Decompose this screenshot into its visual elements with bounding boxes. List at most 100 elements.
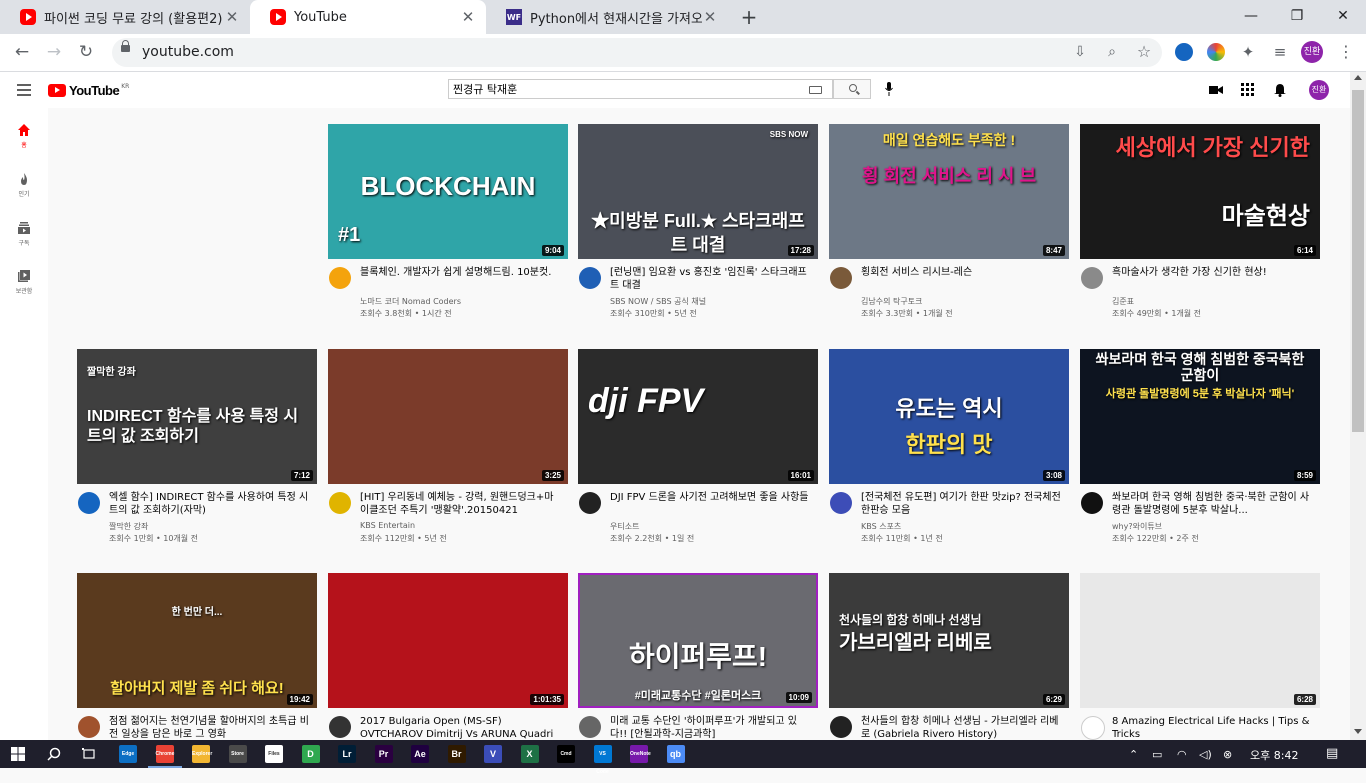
- taskbar-app-ae[interactable]: Ae: [411, 745, 429, 763]
- sidebar-item-trending[interactable]: 인기: [0, 172, 48, 198]
- channel-avatar[interactable]: [579, 267, 601, 289]
- video-thumbnail[interactable]: dji FPV 16:01: [578, 349, 818, 484]
- wifi-icon[interactable]: ◠: [1177, 748, 1187, 761]
- video-title[interactable]: 엑셀 함수] INDIRECT 함수를 사용하여 특정 시트의 값 조회하기(자…: [109, 491, 309, 517]
- channel-avatar[interactable]: [579, 492, 601, 514]
- channel-name[interactable]: 노마드 코더 Nomad Coders: [360, 296, 560, 307]
- forward-icon[interactable]: →: [42, 40, 66, 64]
- video-thumbnail[interactable]: 6:28: [1080, 573, 1320, 708]
- video-title[interactable]: 쏴보라며 한국 영해 침범한 중국·북한 군함이 사령관 돌발명령에 5분후 박…: [1112, 491, 1312, 517]
- close-tab-icon[interactable]: ✕: [224, 8, 240, 26]
- taskbar-app-store[interactable]: Store: [228, 745, 247, 763]
- video-title[interactable]: 횡회전 서비스 리시브-레슨: [861, 266, 1061, 279]
- video-thumbnail[interactable]: 할아버지 제발 좀 쉬다 해요! 한 번만 더... 19:42: [77, 573, 317, 708]
- video-title[interactable]: DJI FPV 드론을 사기전 고려해보면 좋을 사항들: [610, 491, 810, 504]
- bookmark-star-icon[interactable]: ☆: [1132, 40, 1156, 64]
- tab-youtube[interactable]: YouTube ✕: [250, 0, 486, 34]
- channel-name[interactable]: KBS 스포츠: [861, 521, 1061, 532]
- new-tab-button[interactable]: +: [737, 5, 761, 29]
- back-icon[interactable]: ←: [10, 40, 34, 64]
- scroll-up-icon[interactable]: [1354, 75, 1362, 80]
- windows-start-icon[interactable]: [11, 747, 25, 761]
- mic-icon[interactable]: [885, 82, 893, 96]
- video-title[interactable]: 블록체인. 개발자가 쉽게 설명해드림. 10분컷.: [360, 266, 560, 279]
- taskbar-app-v[interactable]: V: [484, 745, 502, 763]
- video-card[interactable]: 유도는 역시 한판의 맛 3:08 [전국체전 유도편] 여기가 한판 맛zip? 전…: [829, 349, 1069, 559]
- menu-kebab-icon[interactable]: ⋮: [1334, 40, 1358, 64]
- mute-status-icon[interactable]: ⊗: [1223, 748, 1232, 761]
- notifications-bell-icon[interactable]: [1273, 83, 1287, 97]
- video-thumbnail[interactable]: 세상에서 가장 신기한 마술현상 6:14: [1080, 124, 1320, 259]
- close-tab-icon[interactable]: ✕: [460, 8, 476, 26]
- task-view-icon[interactable]: [82, 747, 96, 761]
- video-title[interactable]: 흑마술사가 생각한 가장 신기한 현상!: [1112, 266, 1312, 279]
- tab-python-time[interactable]: WF Python에서 현재시간을 가져오기 ✕: [486, 0, 728, 34]
- video-card[interactable]: 매일 연습해도 부족한 ! 횡 회전 서비스 리 시 브 8:47 횡회전 서비스 리…: [829, 124, 1069, 334]
- apps-grid-icon[interactable]: [1241, 83, 1255, 97]
- taskbar-app-lr[interactable]: Lr: [338, 745, 356, 763]
- channel-avatar[interactable]: [78, 716, 100, 738]
- channel-avatar[interactable]: [1081, 267, 1103, 289]
- channel-name[interactable]: why?와이튜브: [1112, 521, 1312, 532]
- hamburger-menu-icon[interactable]: [17, 84, 31, 96]
- extension-edge-icon[interactable]: [1175, 43, 1193, 61]
- channel-avatar[interactable]: [830, 492, 852, 514]
- channel-avatar[interactable]: [830, 716, 852, 738]
- channel-name[interactable]: SBS NOW / SBS 공식 채널: [610, 296, 810, 307]
- video-card[interactable]: 쏴보라며 한국 영해 침범한 중국북한 군함이 사령관 돌발명령에 5분 후 박살…: [1080, 349, 1320, 559]
- video-card[interactable]: 3:25 [HIT] 우리동네 예체능 - 강력, 원핸드덩크+마이클조던 주특기…: [328, 349, 568, 559]
- reload-icon[interactable]: ↻: [74, 40, 98, 64]
- video-card[interactable]: ★미방분 Full.★ 스타크래프트 대결 SBS NOW 17:28 [런닝맨] 임…: [578, 124, 818, 334]
- video-title[interactable]: 미래 교통 수단인 '하이퍼루프'가 개발되고 있다!! [안될과학-지금과학]: [610, 715, 810, 741]
- scroll-down-icon[interactable]: [1354, 729, 1362, 734]
- keyboard-icon[interactable]: [809, 86, 822, 94]
- channel-name[interactable]: 짤막한 강좌: [109, 521, 309, 532]
- channel-name[interactable]: 김준표: [1112, 296, 1312, 307]
- channel-name[interactable]: 우티소트: [610, 521, 810, 532]
- taskbar-app-explorer[interactable]: Explorer: [192, 745, 212, 763]
- channel-name[interactable]: 김남수의 탁구토크: [861, 296, 1061, 307]
- action-center-icon[interactable]: ▤: [1326, 746, 1338, 761]
- video-thumbnail[interactable]: 가브리엘라 리베로 천사들의 합창 히메나 선생님 6:29: [829, 573, 1069, 708]
- tray-chevron-icon[interactable]: ⌃: [1129, 748, 1138, 761]
- video-title[interactable]: 8 Amazing Electrical Life Hacks | Tips &…: [1112, 715, 1312, 741]
- media-queue-icon[interactable]: ≡: [1268, 40, 1292, 64]
- video-card[interactable]: dji FPV 16:01 DJI FPV 드론을 사기전 고려해보면 좋을 사항들…: [578, 349, 818, 559]
- install-app-icon[interactable]: ⇩: [1068, 40, 1092, 64]
- video-title[interactable]: [런닝맨] 임요환 vs 홍진호 '임진록' 스타크래프트 대결: [610, 266, 810, 292]
- video-thumbnail[interactable]: 매일 연습해도 부족한 ! 횡 회전 서비스 리 시 브 8:47: [829, 124, 1069, 259]
- youtube-logo[interactable]: YouTube KR: [48, 83, 129, 98]
- extensions-puzzle-icon[interactable]: ✦: [1236, 40, 1260, 64]
- sidebar-item-library[interactable]: 보관함: [0, 269, 48, 295]
- volume-icon[interactable]: ◁): [1199, 748, 1212, 761]
- channel-avatar[interactable]: [1081, 716, 1105, 740]
- profile-avatar[interactable]: 진환: [1301, 41, 1323, 63]
- video-thumbnail[interactable]: 하이퍼루프! #미래교통수단 #일론머스크 10:09: [578, 573, 818, 708]
- taskbar-app-chrome[interactable]: Chrome: [147, 745, 182, 768]
- taskbar-app-x[interactable]: X: [520, 745, 539, 763]
- video-thumbnail[interactable]: 3:25: [328, 349, 568, 484]
- channel-avatar[interactable]: [579, 716, 601, 738]
- search-input[interactable]: [451, 81, 805, 97]
- taskbar-app-d[interactable]: D: [301, 745, 320, 763]
- taskbar-app-qb[interactable]: qb: [666, 745, 685, 763]
- video-card[interactable]: 세상에서 가장 신기한 마술현상 6:14 흑마술사가 생각한 가장 신기한 현상! 김…: [1080, 124, 1320, 334]
- video-title[interactable]: [HIT] 우리동네 예체능 - 강력, 원핸드덩크+마이클조던 주특기 '맹활…: [360, 491, 560, 517]
- search-icon[interactable]: [47, 747, 61, 761]
- taskbar-app-br[interactable]: Br: [447, 745, 466, 763]
- battery-icon[interactable]: ▭: [1152, 748, 1162, 761]
- taskbar-clock[interactable]: 오후 8:42: [1250, 747, 1298, 763]
- video-title[interactable]: [전국체전 유도편] 여기가 한판 맛zip? 전국체전 한판승 모음: [861, 491, 1061, 517]
- video-title[interactable]: 점점 젊어지는 천연기념물 할아버지의 초특급 비전 일상을 담은 바로 그 영…: [109, 715, 309, 741]
- create-video-icon[interactable]: [1209, 83, 1223, 97]
- taskbar-app-cmd[interactable]: Cmd: [557, 745, 575, 763]
- channel-avatar[interactable]: [830, 267, 852, 289]
- channel-avatar[interactable]: [1081, 492, 1103, 514]
- tab-python-lecture[interactable]: 파이썬 코딩 무료 강의 (활용편2) - 웹 스크래핑 ✕: [0, 0, 250, 34]
- video-thumbnail[interactable]: INDIRECT 함수를 사용 특정 시트의 값 조회하기 짤막한 강좌 7:12: [77, 349, 317, 484]
- scroll-thumb[interactable]: [1352, 90, 1364, 432]
- video-thumbnail[interactable]: 유도는 역시 한판의 맛 3:08: [829, 349, 1069, 484]
- video-thumbnail[interactable]: ★미방분 Full.★ 스타크래프트 대결 SBS NOW 17:28: [578, 124, 818, 259]
- sidebar-item-home[interactable]: 홈: [0, 123, 48, 149]
- video-card[interactable]: BLOCKCHAIN #1 9:04 블록체인. 개발자가 쉽게 설명해드림. 10분…: [328, 124, 568, 334]
